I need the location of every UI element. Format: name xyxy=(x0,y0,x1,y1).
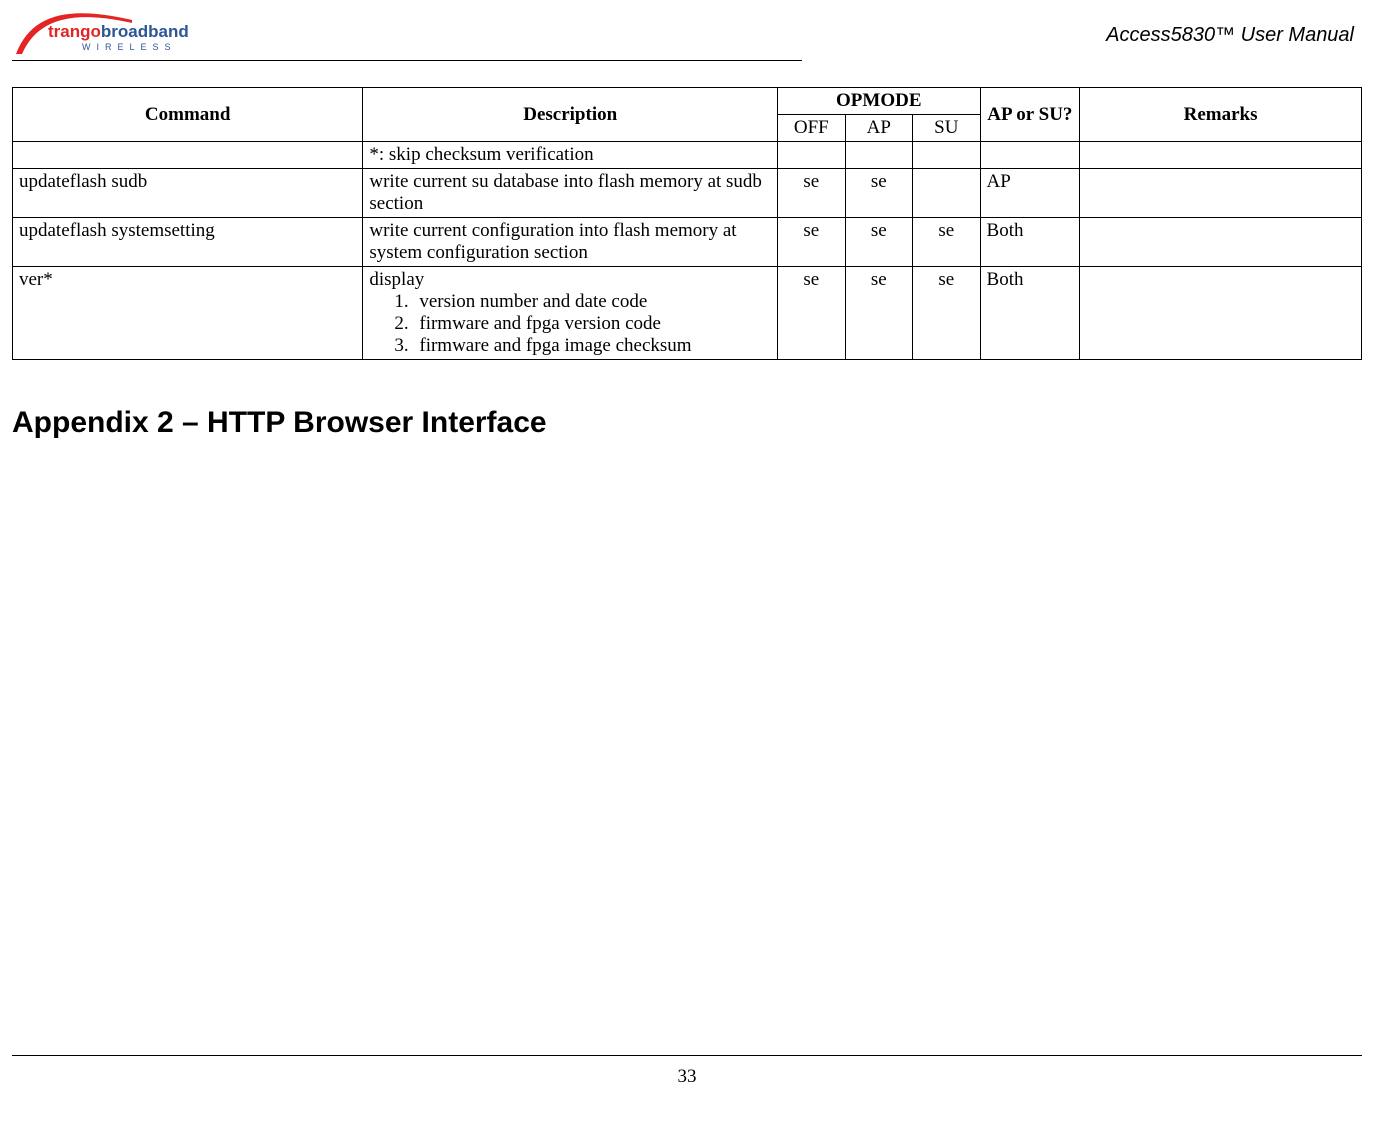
cell-su xyxy=(913,169,981,218)
list-item: firmware and fpga image checksum xyxy=(413,335,771,357)
table-row: updateflash sudb write current su databa… xyxy=(13,169,1362,218)
logo-subtext: WIRELESS xyxy=(82,42,177,52)
cell-ap: se xyxy=(845,218,913,267)
cell-su: se xyxy=(913,218,981,267)
cell-su: se xyxy=(913,267,981,360)
cell-remarks xyxy=(1080,267,1362,360)
logo-text: trangobroadband xyxy=(48,22,189,42)
list-item: firmware and fpga version code xyxy=(413,313,771,335)
table-body: *: skip checksum verification updateflas… xyxy=(13,142,1362,360)
table-header-row-1: Command Description OPMODE AP or SU? Rem… xyxy=(13,88,1362,115)
table-row: ver* display version number and date cod… xyxy=(13,267,1362,360)
th-off: OFF xyxy=(778,115,846,142)
th-remarks: Remarks xyxy=(1080,88,1362,142)
cell-off xyxy=(778,142,846,169)
cell-ap: se xyxy=(845,169,913,218)
cell-ap-or-su: Both xyxy=(980,218,1080,267)
command-table: Command Description OPMODE AP or SU? Rem… xyxy=(12,87,1362,360)
list-item: version number and date code xyxy=(413,291,771,313)
cell-ap: se xyxy=(845,267,913,360)
appendix-heading: Appendix 2 – HTTP Browser Interface xyxy=(12,406,1362,440)
table-row: updateflash systemsetting write current … xyxy=(13,218,1362,267)
cell-command: updateflash sudb xyxy=(13,169,363,218)
table-head: Command Description OPMODE AP or SU? Rem… xyxy=(13,88,1362,142)
cell-off: se xyxy=(778,169,846,218)
cell-command: updateflash systemsetting xyxy=(13,218,363,267)
cell-su xyxy=(913,142,981,169)
th-command: Command xyxy=(13,88,363,142)
th-ap-or-su: AP or SU? xyxy=(980,88,1080,142)
cell-description: write current su database into flash mem… xyxy=(363,169,778,218)
cell-command xyxy=(13,142,363,169)
th-su: SU xyxy=(913,115,981,142)
doc-title: Access5830™ User Manual xyxy=(1106,24,1354,47)
cell-ap-or-su xyxy=(980,142,1080,169)
page-footer: 33 xyxy=(12,1055,1362,1088)
cell-off: se xyxy=(778,218,846,267)
cell-remarks xyxy=(1080,169,1362,218)
cell-description: write current configuration into flash m… xyxy=(363,218,778,267)
footer-rule xyxy=(12,1055,1362,1056)
logo-brand-2: broadband xyxy=(101,22,189,41)
header-left: trangobroadband WIRELESS xyxy=(12,10,802,61)
logo-brand-1: trango xyxy=(48,22,101,41)
cell-description-lead: display xyxy=(369,269,424,290)
th-ap: AP xyxy=(845,115,913,142)
table-row: *: skip checksum verification xyxy=(13,142,1362,169)
cell-description: *: skip checksum verification xyxy=(363,142,778,169)
cell-remarks xyxy=(1080,142,1362,169)
page: trangobroadband WIRELESS Access5830™ Use… xyxy=(0,0,1374,1134)
cell-ap xyxy=(845,142,913,169)
th-description: Description xyxy=(363,88,778,142)
cell-description-list: version number and date code firmware an… xyxy=(369,291,771,357)
logo: trangobroadband WIRELESS xyxy=(12,10,212,62)
th-opmode: OPMODE xyxy=(778,88,981,115)
cell-command: ver* xyxy=(13,267,363,360)
cell-ap-or-su: AP xyxy=(980,169,1080,218)
cell-description: display version number and date code fir… xyxy=(363,267,778,360)
page-number: 33 xyxy=(678,1066,697,1087)
cell-off: se xyxy=(778,267,846,360)
cell-remarks xyxy=(1080,218,1362,267)
cell-ap-or-su: Both xyxy=(980,267,1080,360)
page-header: trangobroadband WIRELESS Access5830™ Use… xyxy=(12,0,1362,61)
